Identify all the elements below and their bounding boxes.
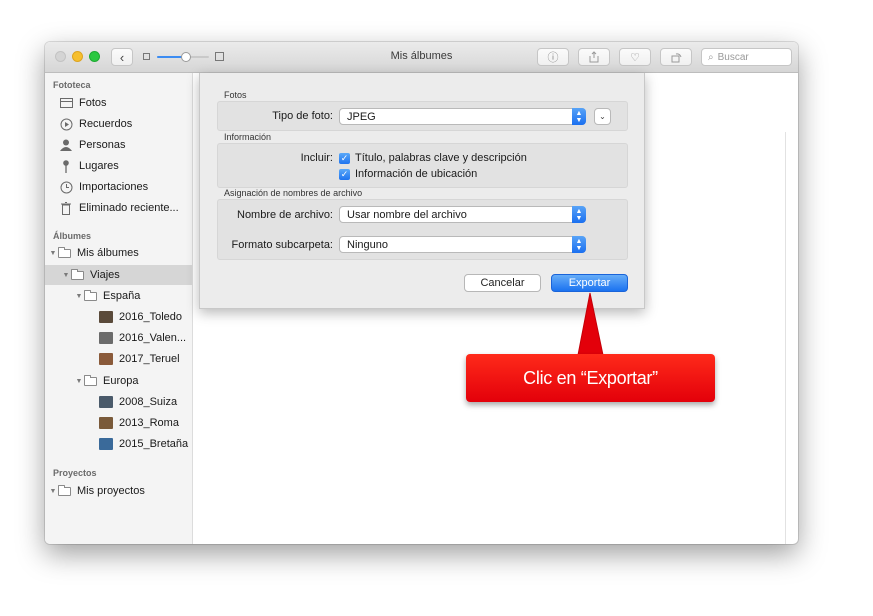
callout-pointer — [577, 292, 604, 356]
callout-annotation: Clic en “Exportar” — [466, 354, 715, 402]
